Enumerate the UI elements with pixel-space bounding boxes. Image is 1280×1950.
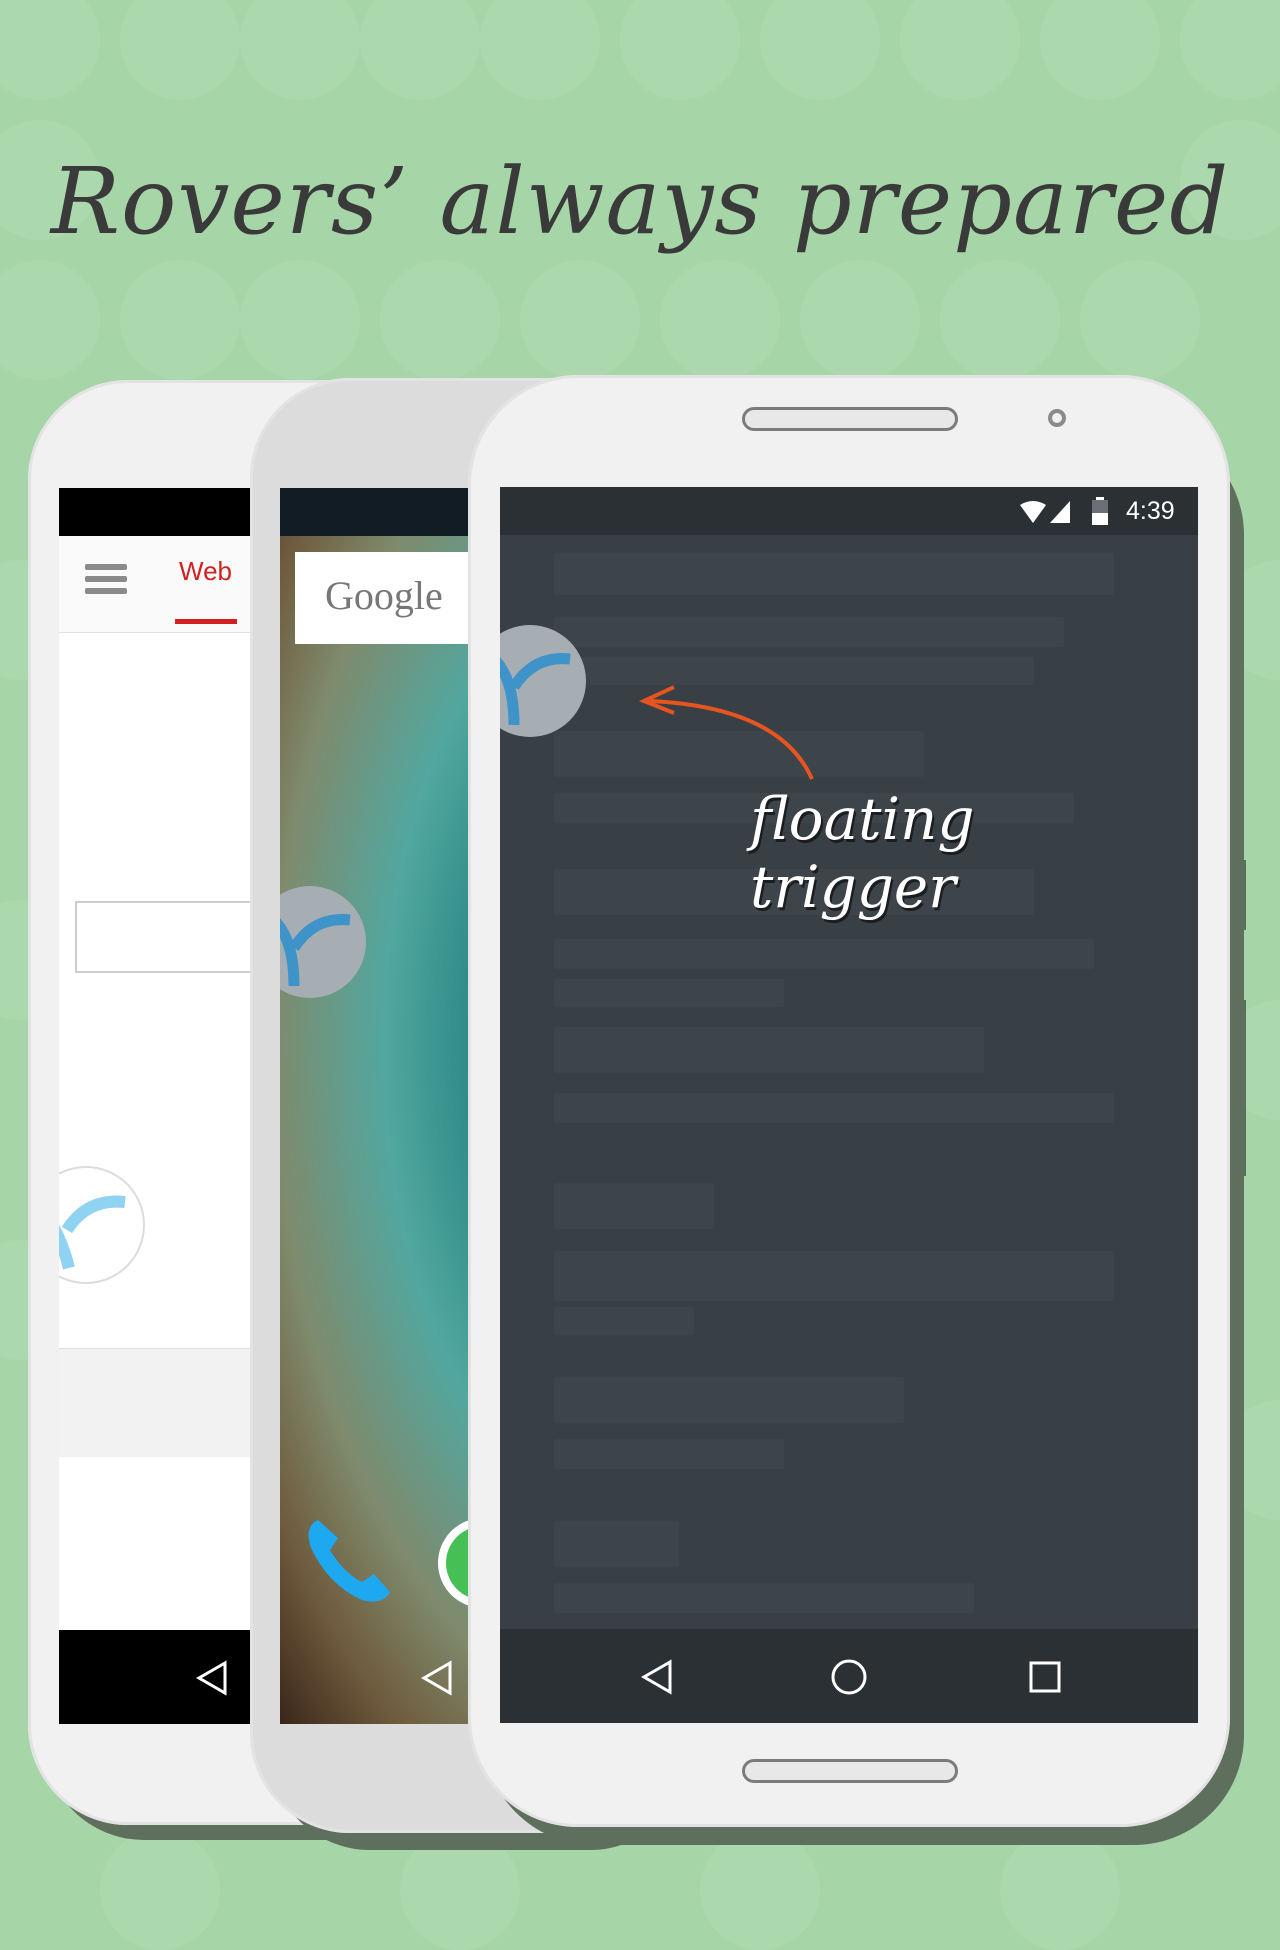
right-phone-screen: 4:39 floating trigger (500, 487, 1198, 1723)
signal-icon (1050, 501, 1070, 523)
status-time: 4:39 (1126, 497, 1175, 525)
navigation-bar (500, 1629, 1198, 1723)
back-icon[interactable] (195, 1660, 229, 1696)
overlay-bubble-icon[interactable] (280, 886, 366, 998)
wifi-icon (1020, 501, 1046, 523)
right-phone: 4:39 floating trigger (468, 375, 1230, 1827)
battery-icon (1092, 497, 1108, 525)
tab-web[interactable]: Web (179, 556, 232, 587)
home-icon[interactable] (830, 1658, 868, 1696)
floating-trigger-label: floating trigger (750, 785, 975, 921)
phone-icon[interactable] (300, 1512, 396, 1608)
menu-icon[interactable] (85, 564, 129, 598)
back-icon[interactable] (420, 1660, 454, 1696)
back-icon[interactable] (640, 1659, 674, 1695)
front-camera (1048, 409, 1066, 427)
bottom-speaker (742, 1759, 958, 1783)
earpiece-speaker (742, 407, 958, 431)
tab-web-indicator (175, 619, 237, 624)
arrow-annotation-icon (638, 685, 814, 780)
overlay-bubble-icon[interactable] (59, 1168, 143, 1282)
google-logo: Google (325, 573, 443, 618)
status-bar: 4:39 (500, 487, 1198, 535)
recents-icon[interactable] (1028, 1660, 1062, 1694)
headline: Rovers’ always prepared (50, 148, 1230, 255)
